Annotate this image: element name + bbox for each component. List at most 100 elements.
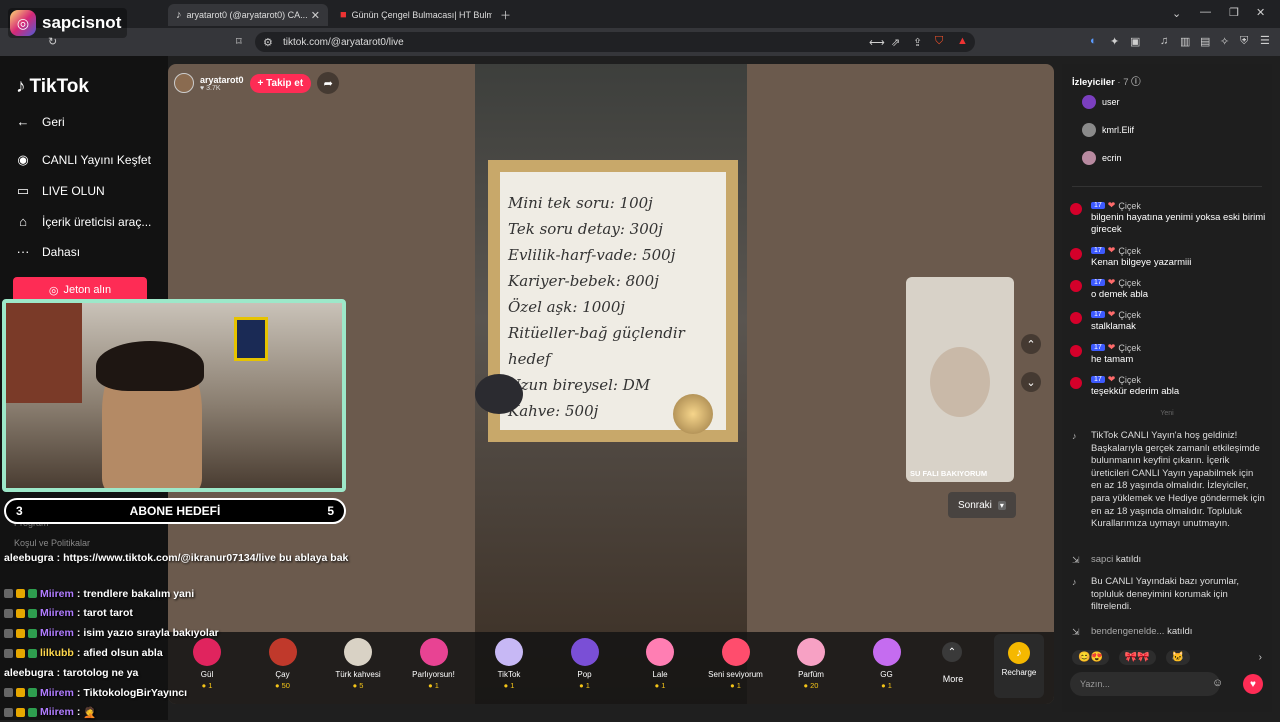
comment-user[interactable]: Çiçek (1118, 201, 1141, 211)
comment-user[interactable]: Çiçek (1118, 246, 1141, 256)
back-arrow-icon: ← (16, 114, 30, 129)
comment-user[interactable]: Çiçek (1118, 375, 1141, 385)
next-live-chevron-down-icon[interactable]: ⌄ (1021, 372, 1041, 392)
host-avatar[interactable] (174, 73, 194, 93)
cast-icon[interactable]: ⟷ (869, 36, 885, 49)
viewer-item[interactable]: user (1082, 95, 1120, 109)
gift-price: ● 1 (579, 681, 590, 690)
viewer-item[interactable]: kmrl.Elif (1082, 123, 1134, 137)
comment-user[interactable]: Çiçek (1118, 310, 1141, 320)
close-window-icon[interactable]: ✕ (1256, 6, 1265, 19)
follow-button[interactable]: + Takip et (249, 73, 312, 93)
chat-user[interactable]: aleebugra (4, 552, 54, 564)
like-heart-icon[interactable]: ♥ (1243, 674, 1263, 694)
rewards-icon[interactable]: ▲ (957, 35, 968, 47)
chat-user[interactable]: Miirem (40, 706, 74, 718)
chevron-right-icon[interactable]: › (1259, 652, 1262, 663)
comment-user[interactable]: Çiçek (1118, 343, 1141, 353)
comment-header: 17 ❤ Çiçek (1091, 309, 1141, 320)
sidebar-item-creator-tools[interactable]: ⌂ İçerik üreticisi araç... (14, 214, 151, 229)
join-user[interactable]: sapci (1091, 554, 1113, 565)
tab-bulmaca[interactable]: ■ Günün Çengel Bulmacası| HT Bulmac... (332, 4, 492, 26)
tab-list-icon[interactable]: ⌄ (1172, 7, 1181, 20)
chat-comment[interactable]: 17 ❤ Çiçek bilgenin hayatına yenimi yoksa e… (1070, 200, 1266, 235)
chat-comment[interactable]: 17 ❤ Çiçek stalklamak (1070, 309, 1266, 339)
join-user[interactable]: bendengenelde... (1091, 626, 1164, 637)
host-likes-count: 3.7K (206, 84, 221, 92)
chat-user[interactable]: Miirem (40, 627, 74, 639)
ai-icon[interactable]: ✧ (1220, 35, 1229, 48)
chat-user[interactable]: lilkubb (40, 647, 74, 659)
media-icon[interactable]: ♫ (1160, 35, 1168, 47)
comment-header: 17 ❤ Çiçek (1091, 200, 1141, 211)
vpn-icon[interactable]: ⛨ (1240, 35, 1248, 48)
comment-input[interactable]: Yazın... (1070, 672, 1220, 696)
new-tab-icon[interactable]: ＋ (500, 7, 511, 23)
footer-terms-link[interactable]: Koşul ve Politikalar (14, 538, 90, 548)
chat-user[interactable]: Miirem (40, 687, 74, 699)
sidebar-item-more[interactable]: ··· Dahası (14, 244, 81, 259)
gift-item[interactable]: GG ● 1 (852, 638, 922, 690)
chat-user[interactable]: Miirem (40, 588, 74, 600)
previous-live-chevron-up-icon[interactable]: ⌃ (1021, 334, 1041, 354)
gift-shortcut-icon[interactable]: 🐱 (1165, 649, 1191, 665)
chat-user[interactable]: Miirem (40, 607, 74, 619)
tiktok-logo[interactable]: ♪ TikTok (16, 76, 89, 98)
gift-item[interactable]: TikTok ● 1 (474, 638, 544, 690)
share-icon[interactable]: ➦ (317, 72, 340, 94)
audio-icon[interactable]: ◐ (1090, 35, 1097, 47)
url-field[interactable]: ⚙ tiktok.com/@aryatarot0/live ⟷ ⇗ ⇪ ⛉ ▲ (255, 32, 975, 52)
gift-item[interactable]: Lale ● 1 (625, 638, 695, 690)
close-tab-icon[interactable]: ✕ (311, 9, 320, 22)
site-info-icon[interactable]: ⚙ (263, 36, 273, 49)
share-icon[interactable]: ⇪ (913, 36, 922, 49)
chat-comment[interactable]: 17 ❤ Çiçek teşekkür ederim abla (1070, 374, 1266, 404)
chat-line: Miirem: trendlere bakalım yani (4, 584, 404, 604)
sidebar-item-back[interactable]: ← Geri (14, 114, 65, 129)
minimize-icon[interactable]: — (1200, 6, 1211, 18)
gift-item[interactable]: Parfüm ● 20 (776, 638, 846, 690)
chat-comment[interactable]: 17 ❤ Çiçek Kenan bilgeye yazarmiii (1070, 245, 1266, 275)
sub-badge-icon (4, 648, 13, 658)
comment-user[interactable]: Çiçek (1118, 278, 1141, 288)
info-icon[interactable]: ⓘ (1131, 77, 1141, 88)
quick-gift-row: 😊😍 🎀🎀 🐱 › (1072, 646, 1262, 668)
bits-badge-icon (16, 648, 25, 658)
tab-tiktok-live[interactable]: ♪ aryatarot0 (@aryatarot0) CA... ✕ (168, 4, 328, 26)
sidebar-item-go-live[interactable]: ▭ LIVE OLUN (14, 183, 105, 199)
more-gifts-button[interactable]: More (928, 674, 978, 684)
emoji-reaction-icon[interactable]: 😊😍 (1072, 649, 1109, 665)
host-name[interactable]: aryatarot0 (200, 75, 244, 85)
sidebar-toggle-icon[interactable]: ▥ (1180, 35, 1190, 48)
gift-icon (419, 638, 448, 666)
chat-comment[interactable]: 17 ❤ Çiçek o demek abla (1070, 277, 1266, 307)
open-external-icon[interactable]: ⇗ (891, 36, 900, 49)
maximize-icon[interactable]: ❐ (1229, 6, 1239, 19)
viewer-item[interactable]: ecrin (1082, 151, 1122, 165)
screenshot-icon[interactable]: ▣ (1130, 35, 1140, 48)
chat-user[interactable]: aleebugra (4, 667, 54, 679)
chat-text: https://www.tiktok.com/@ikranur07134/liv… (63, 551, 349, 564)
chevron-up-icon[interactable]: ⌃ (942, 642, 962, 662)
gift-item[interactable]: Seni seviyorum ● 1 (701, 638, 771, 690)
address-bar-row: ↻ ⌑ ⚙ tiktok.com/@aryatarot0/live ⟷ ⇗ ⇪ … (0, 28, 1280, 56)
brave-shield-icon[interactable]: ⛉ (935, 35, 943, 48)
bookmark-icon[interactable]: ⌑ (236, 35, 242, 48)
recharge-button[interactable]: ♪ Recharge (994, 634, 1044, 698)
extensions-icon[interactable]: ✦ (1110, 35, 1119, 48)
wallet-icon[interactable]: ▤ (1200, 35, 1210, 48)
next-live-preview[interactable]: SU FALI BAKIYORUM (906, 277, 1014, 482)
gift-shortcut-icon[interactable]: 🎀🎀 (1118, 649, 1156, 665)
price-line: Kariyer-bebek: 800j (508, 272, 659, 290)
live-explore-icon: ◉ (17, 152, 29, 167)
next-button[interactable]: Sonraki ▾ (948, 492, 1016, 518)
emoji-icon[interactable]: ☺ (1212, 677, 1223, 689)
chat-comment[interactable]: 17 ❤ Çiçek he tamam (1070, 342, 1266, 372)
sidebar-item-live-explore[interactable]: ◉ CANLI Yayını Keşfet (14, 152, 151, 168)
gift-item[interactable]: Pop ● 1 (550, 638, 620, 690)
viewer-name: user (1102, 97, 1120, 107)
gift-item[interactable]: Parlıyorsun! ● 1 (399, 638, 469, 690)
menu-icon[interactable]: ☰ (1260, 34, 1270, 47)
price-line: Mini tek soru: 100j (508, 194, 653, 212)
comment-text: he tamam (1091, 354, 1134, 365)
